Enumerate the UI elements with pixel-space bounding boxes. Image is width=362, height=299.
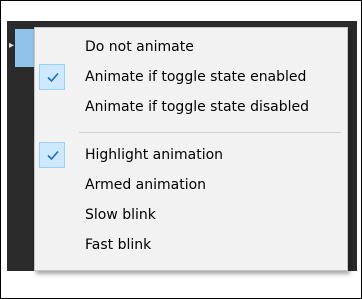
check-gutter [39, 34, 65, 60]
check-gutter [39, 64, 65, 90]
menu-item-highlight-animation[interactable]: Highlight animation [35, 142, 347, 168]
check-gutter [39, 202, 65, 228]
check-gutter [39, 232, 65, 258]
chevron-right-icon: ▸ [9, 40, 15, 51]
menu-item-label: Animate if toggle state enabled [85, 69, 307, 85]
menu-item-slow-blink[interactable]: Slow blink [35, 202, 347, 228]
menu-item-label: Highlight animation [85, 147, 224, 163]
menu-item-label: Armed animation [85, 177, 207, 193]
menu-item-do-not-animate[interactable]: Do not animate [35, 34, 347, 60]
menu-item-fast-blink[interactable]: Fast blink [35, 232, 347, 258]
menu-item-label: Do not animate [85, 39, 194, 55]
check-gutter [39, 142, 65, 168]
check-gutter [39, 94, 65, 120]
menu-item-armed-animation[interactable]: Armed animation [35, 172, 347, 198]
check-icon [47, 150, 59, 161]
window-frame: ▸ Do not animate Animate if toggle state… [0, 0, 362, 299]
check-icon [47, 72, 59, 83]
menu-separator [79, 132, 341, 133]
context-menu: Do not animate Animate if toggle state e… [34, 27, 348, 271]
menu-item-label: Slow blink [85, 207, 156, 223]
check-gutter [39, 172, 65, 198]
menu-item-animate-if-enabled[interactable]: Animate if toggle state enabled [35, 64, 347, 90]
menu-item-label: Fast blink [85, 237, 152, 253]
menu-item-animate-if-disabled[interactable]: Animate if toggle state disabled [35, 94, 347, 120]
menu-item-label: Animate if toggle state disabled [85, 99, 309, 115]
